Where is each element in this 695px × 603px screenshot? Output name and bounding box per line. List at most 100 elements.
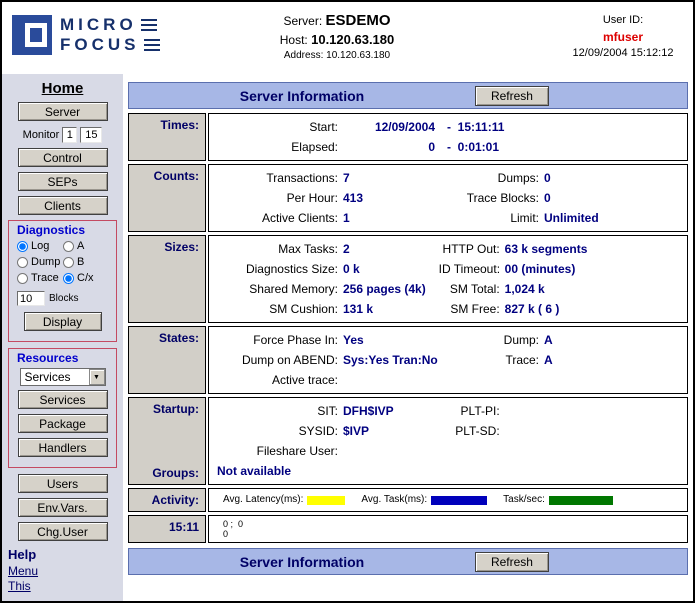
microfocus-logo-text: MICRO FOCUS [60, 15, 160, 55]
page-title: Server Information [129, 88, 475, 104]
cx-radio-label: C/x [77, 272, 94, 284]
package-button[interactable]: Package [18, 414, 108, 433]
dropdown-arrow-icon[interactable]: ▼ [89, 369, 105, 385]
activity-label: Activity: [152, 493, 199, 507]
microfocus-logo: MICRO FOCUS [12, 15, 160, 55]
perhour-value: 413 [343, 188, 363, 208]
diagsize-value: 0 k [343, 259, 360, 279]
diagnostics-title: Diagnostics [9, 223, 116, 238]
activeclients-label: Active Clients: [215, 208, 343, 228]
users-button[interactable]: Users [18, 474, 108, 493]
monitor-interval-field[interactable] [62, 127, 77, 143]
resources-select[interactable]: Services ▼ [20, 368, 106, 386]
logo-stripes-icon [141, 16, 157, 34]
elapsed-label: Elapsed: [215, 137, 343, 157]
traceblocks-label: Trace Blocks: [448, 188, 544, 208]
latency-legend-label: Avg. Latency(ms): [223, 493, 303, 507]
sharedmem-value: 256 pages (4k) [343, 279, 426, 299]
dump-radio[interactable] [17, 257, 28, 268]
tasksec-legend-label: Task/sec: [503, 493, 545, 507]
activity-time-label: 15:11 [169, 520, 199, 534]
menu-link[interactable]: Menu [8, 564, 123, 578]
smfree-label: SM Free: [439, 299, 505, 319]
envvars-button[interactable]: Env.Vars. [18, 498, 108, 517]
server-label: Server: [283, 14, 322, 28]
address-value: 10.120.63.180 [326, 50, 390, 61]
abend-label: Dump on ABEND: [215, 350, 343, 370]
times-row: Times: Start: 12/09/2004 - 15:11:11 Elap… [128, 113, 688, 161]
idtimeout-label: ID Timeout: [439, 259, 505, 279]
logo-word-micro: MICRO [60, 15, 137, 35]
blocks-label: Blocks [49, 293, 78, 304]
dump-state-value: A [544, 330, 553, 350]
b-radio[interactable] [63, 257, 74, 268]
startup-label: Startup: [153, 402, 199, 416]
refresh-button-bottom[interactable]: Refresh [475, 552, 549, 572]
dump-radio-label: Dump [31, 256, 63, 268]
host-value: 10.120.63.180 [311, 32, 394, 47]
clients-button[interactable]: Clients [18, 196, 108, 215]
forcephase-value: Yes [343, 330, 364, 350]
pltpi-label: PLT-PI: [439, 401, 505, 421]
blocks-field[interactable] [17, 291, 45, 306]
limit-label: Limit: [448, 208, 544, 228]
main-content: Server Information Refresh Times: Start:… [123, 74, 693, 601]
a-radio[interactable] [63, 241, 74, 252]
dumps-value: 0 [544, 168, 551, 188]
diagnostics-group: Diagnostics Log A Dump B Trace C/x [8, 220, 117, 342]
smtotal-label: SM Total: [439, 279, 505, 299]
maxtasks-label: Max Tasks: [215, 239, 343, 259]
display-button[interactable]: Display [24, 312, 102, 331]
activity-values-row: 15:11 0 ; 0 0 [128, 515, 688, 543]
a-radio-label: A [77, 240, 84, 252]
smtotal-value: 1,024 k [505, 279, 545, 299]
this-link[interactable]: This [8, 579, 123, 593]
microfocus-logo-icon [12, 15, 52, 55]
groups-value: Not available [215, 461, 681, 481]
elapsed-days: 0 [343, 137, 435, 157]
counts-row: Counts: Transactions:7 Dumps:0 Per Hour:… [128, 164, 688, 232]
page-title-bottom: Server Information [129, 554, 475, 570]
smfree-value: 827 k ( 6 ) [505, 299, 560, 319]
sysid-value: $IVP [343, 421, 369, 441]
elapsed-time: - 0:01:01 [435, 137, 499, 157]
activetrace-label: Active trace: [215, 370, 343, 390]
states-row: States: Force Phase In:Yes Dump:A Dump o… [128, 326, 688, 394]
b-radio-label: B [77, 256, 84, 268]
logo-word-focus: FOCUS [60, 35, 140, 55]
handlers-button[interactable]: Handlers [18, 438, 108, 457]
diag-radio-row-3: Trace C/x [9, 270, 116, 286]
services-button[interactable]: Services [18, 390, 108, 409]
startup-row: Startup: Groups: SIT:DFH$IVP PLT-PI: SYS… [128, 397, 688, 485]
server-button[interactable]: Server [18, 102, 108, 121]
home-link[interactable]: Home [42, 80, 84, 97]
states-label: States: [159, 331, 199, 345]
trace-state-value: A [544, 350, 553, 370]
traceblocks-value: 0 [544, 188, 551, 208]
trace-radio[interactable] [17, 273, 28, 284]
resources-group: Resources Services ▼ Services Package Ha… [8, 348, 117, 468]
transactions-value: 7 [343, 168, 350, 188]
task-legend-swatch [431, 496, 487, 505]
diag-radio-row-2: Dump B [9, 254, 116, 270]
counts-label: Counts: [154, 169, 199, 183]
blocks-row: Blocks [9, 290, 116, 307]
refresh-button-top[interactable]: Refresh [475, 86, 549, 106]
help-heading: Help [8, 547, 123, 562]
logo-stripes-icon [144, 36, 160, 54]
latency-legend-swatch [307, 496, 345, 505]
dump-state-label: Dump: [448, 330, 544, 350]
task-legend-label: Avg. Task(ms): [361, 493, 427, 507]
control-button[interactable]: Control [18, 148, 108, 167]
log-radio[interactable] [17, 241, 28, 252]
transactions-label: Transactions: [215, 168, 343, 188]
diag-radio-row-1: Log A [9, 238, 116, 254]
limit-value: Unlimited [544, 208, 599, 228]
chguser-button[interactable]: Chg.User [18, 522, 108, 541]
monitor-label: Monitor [23, 129, 60, 141]
monitor-count-field[interactable] [80, 127, 102, 143]
resources-select-value: Services [21, 370, 89, 384]
times-label: Times: [161, 118, 199, 132]
seps-button[interactable]: SEPs [18, 172, 108, 191]
cx-radio[interactable] [63, 273, 74, 284]
